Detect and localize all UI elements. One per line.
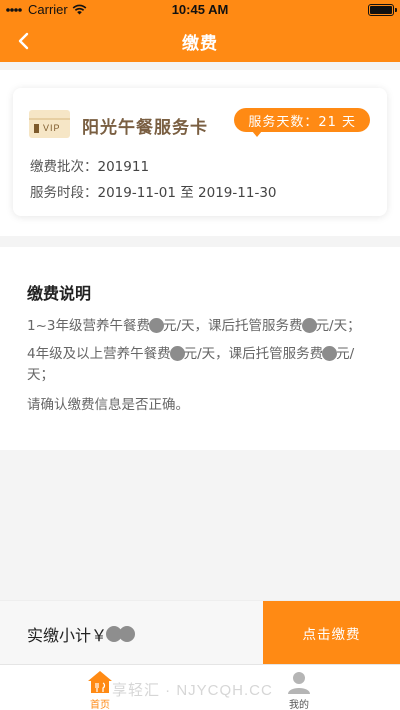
tab-home-label: 首页 xyxy=(90,700,110,710)
redacted-mark xyxy=(322,346,338,361)
card-section: VIP 阳光午餐服务卡 服务天数：21 天 缴费批次：201911 服务时段：2… xyxy=(0,70,400,236)
batch-label: 缴费批次： xyxy=(30,159,98,175)
payment-explanation: 缴费说明 1~3年级营养午餐费 元/天，课后托管服务费 元/天； 4年级及以上营养午… xyxy=(0,247,400,450)
redacted-mark xyxy=(301,318,317,333)
app-screen: Carrier 10:45 AM 缴费 VIP 阳光午餐服务卡 服务天数：21 … xyxy=(0,0,400,710)
nav-bar: 缴费 xyxy=(0,20,400,62)
batch-value: 201911 xyxy=(97,159,150,175)
redacted-mark xyxy=(169,346,185,361)
period-label: 服务时段： xyxy=(30,185,98,201)
redacted-mark xyxy=(149,318,164,333)
chevron-left-icon xyxy=(18,32,29,50)
pay-bar: 实缴小计￥ 点击缴费 xyxy=(0,600,400,665)
period-value: 2019-11-01 至 2019-11-30 xyxy=(97,185,277,201)
service-days-badge: 服务天数：21 天 xyxy=(234,108,370,137)
status-time: 10:45 AM xyxy=(171,2,229,17)
explanation-line-3: 请确认缴费信息是否正确。 xyxy=(27,397,189,413)
battery-icon xyxy=(368,4,397,16)
tab-home[interactable]: 首页 xyxy=(65,665,135,710)
status-bar: Carrier 10:45 AM xyxy=(0,0,400,20)
explanation-line-2: 4年级及以上营养午餐费 元/天，课后托管服务费 元/天； xyxy=(27,346,355,383)
vip-icon-text: VIP xyxy=(43,123,61,133)
explanation-title: 缴费说明 xyxy=(27,284,92,303)
back-button[interactable] xyxy=(12,29,36,53)
vip-card-icon: VIP xyxy=(29,110,70,138)
pay-button[interactable]: 点击缴费 xyxy=(263,601,400,665)
tab-mine[interactable]: 我的 xyxy=(264,665,334,710)
period-row: 服务时段：2019-11-01 至 2019-11-30 xyxy=(30,181,277,201)
home-icon xyxy=(88,671,112,693)
redacted-amount xyxy=(106,626,136,642)
service-card: VIP 阳光午餐服务卡 服务天数：21 天 缴费批次：201911 服务时段：2… xyxy=(13,88,387,216)
card-title: 阳光午餐服务卡 xyxy=(82,118,208,138)
tab-mine-label: 我的 xyxy=(289,700,309,710)
subtotal-label: 实缴小计￥ xyxy=(27,626,108,645)
page-title: 缴费 xyxy=(182,33,218,54)
user-icon xyxy=(288,672,310,694)
explanation-line-1: 1~3年级营养午餐费 元/天，课后托管服务费 元/天； xyxy=(27,318,361,334)
tab-bar: 首页 我的 xyxy=(0,664,400,710)
status-right xyxy=(368,4,397,16)
batch-row: 缴费批次：201911 xyxy=(30,155,149,175)
subtotal: 实缴小计￥ xyxy=(27,622,136,646)
